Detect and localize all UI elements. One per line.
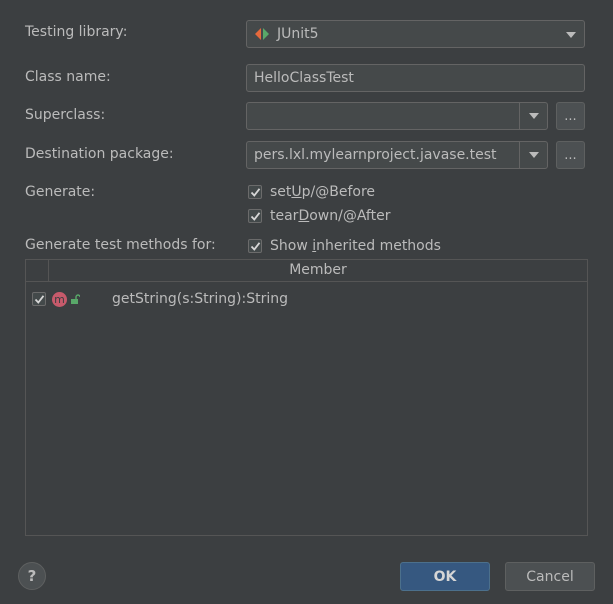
show-inherited-checkbox-row[interactable]: Show inherited methods xyxy=(248,238,441,254)
table-row[interactable]: m getString(s:String):String xyxy=(26,288,587,310)
setup-checkbox-row[interactable]: setUp/@Before xyxy=(248,184,375,200)
class-name-input[interactable]: HelloClassTest xyxy=(246,64,585,92)
destination-package-value: pers.lxl.mylearnproject.javase.test xyxy=(254,147,497,163)
destination-dropdown-button[interactable] xyxy=(519,142,547,168)
setup-checkbox[interactable] xyxy=(248,185,262,199)
teardown-checkbox-row[interactable]: tearDown/@After xyxy=(248,208,390,224)
check-icon xyxy=(250,187,260,197)
show-inherited-label: Show inherited methods xyxy=(270,238,441,254)
ok-button[interactable]: OK xyxy=(400,562,490,591)
destination-package-combo[interactable]: pers.lxl.mylearnproject.javase.test xyxy=(246,141,548,169)
test-methods-label: Generate test methods for: xyxy=(25,237,216,253)
class-name-value: HelloClassTest xyxy=(254,70,354,86)
generate-label: Generate: xyxy=(25,184,96,200)
row-checkbox[interactable] xyxy=(32,292,46,306)
chevron-down-icon xyxy=(528,152,539,158)
help-button[interactable]: ? xyxy=(18,562,46,590)
superclass-combo[interactable] xyxy=(246,102,548,130)
show-inherited-checkbox[interactable] xyxy=(248,239,262,253)
superclass-dropdown-button[interactable] xyxy=(519,103,547,129)
check-icon xyxy=(250,211,260,221)
superclass-label: Superclass: xyxy=(25,107,106,123)
teardown-checkbox[interactable] xyxy=(248,209,262,223)
testing-library-label: Testing library: xyxy=(25,24,128,40)
method-signature: getString(s:String):String xyxy=(112,291,288,307)
testing-library-value: JUnit5 xyxy=(277,26,319,42)
teardown-label: tearDown/@After xyxy=(270,208,391,224)
class-name-label: Class name: xyxy=(25,69,111,85)
member-column-header[interactable]: Member xyxy=(49,260,587,281)
chevron-down-icon xyxy=(566,32,576,38)
method-icon: m xyxy=(52,291,67,307)
testing-library-select[interactable]: JUnit5 xyxy=(246,20,585,48)
superclass-browse-button[interactable]: ... xyxy=(556,102,585,130)
junit-icon xyxy=(255,28,269,40)
destination-package-label: Destination package: xyxy=(25,146,174,162)
table-header-checkbox-column xyxy=(26,260,49,281)
setup-label: setUp/@Before xyxy=(270,184,376,200)
table-header: Member xyxy=(26,260,587,282)
cancel-button[interactable]: Cancel xyxy=(505,562,595,591)
destination-browse-button[interactable]: ... xyxy=(556,141,585,169)
unlock-icon xyxy=(71,293,80,304)
check-icon xyxy=(250,241,260,251)
members-table: Member m getString(s:String):String xyxy=(25,259,588,536)
check-icon xyxy=(34,294,44,304)
chevron-down-icon xyxy=(528,113,539,119)
